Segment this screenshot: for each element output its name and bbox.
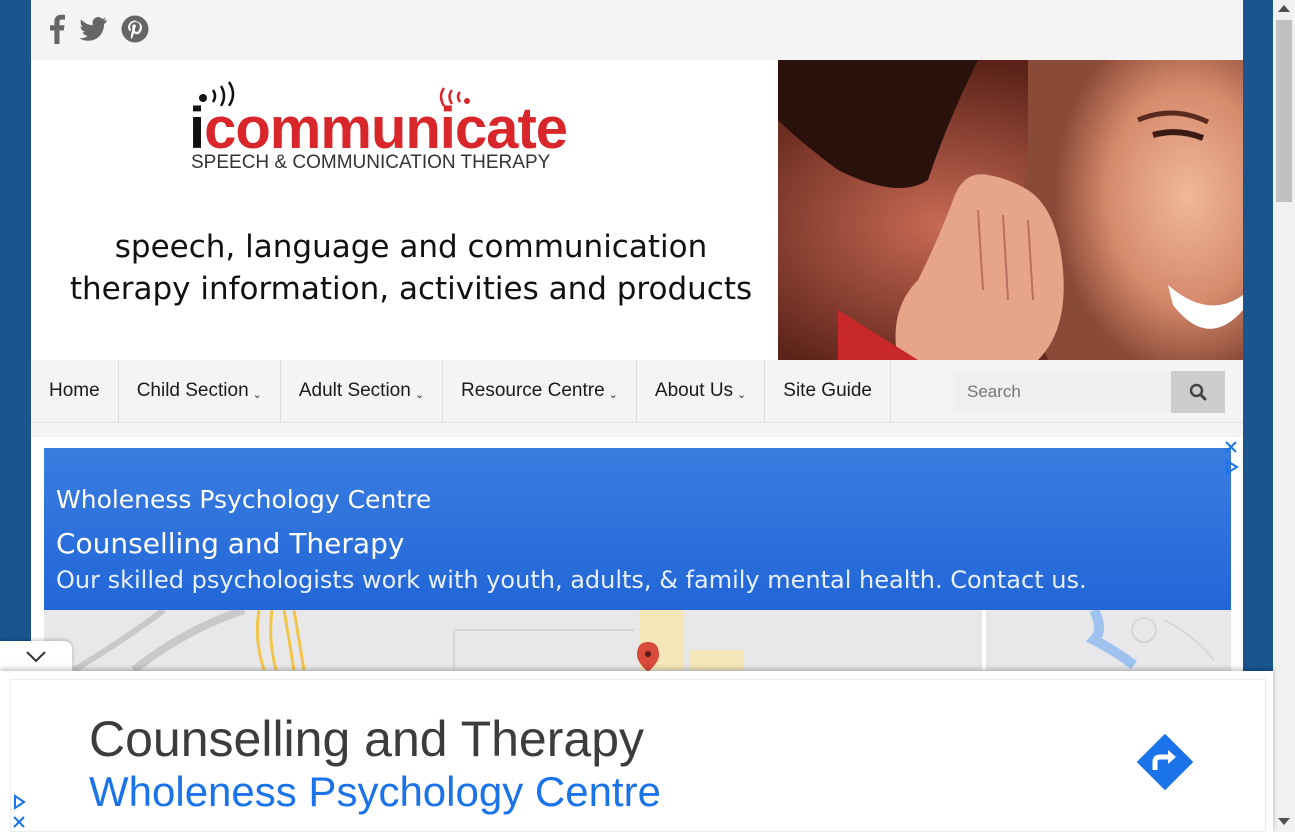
nav-about-us[interactable]: About Us ⌄	[637, 360, 766, 422]
twitter-icon[interactable]	[79, 17, 107, 46]
nav-resource-centre[interactable]: Resource Centre ⌄	[443, 360, 637, 422]
anchor-ad-advertiser[interactable]: Wholeness Psychology Centre	[89, 768, 661, 816]
nav-adult-section-label: Adult Section	[298, 380, 411, 401]
directions-arrow-icon[interactable]	[1133, 730, 1197, 794]
logo-subtitle: SPEECH & COMMUNICATION THERAPY	[191, 152, 551, 173]
anchor-ad-title[interactable]: Counselling and Therapy	[89, 710, 644, 768]
adchoices-icon[interactable]	[10, 793, 28, 811]
ad-close-icon[interactable]	[10, 813, 28, 831]
chevron-down-icon	[26, 651, 46, 663]
nav-home[interactable]: Home	[31, 360, 119, 422]
scroll-thumb[interactable]	[1276, 20, 1292, 202]
adchoices-icon[interactable]	[1221, 457, 1241, 477]
ad-advertiser[interactable]: Wholeness Psychology Centre	[56, 485, 431, 514]
display-ad[interactable]: Wholeness Psychology Centre Counselling …	[44, 448, 1231, 610]
search-button[interactable]	[1171, 371, 1225, 413]
site-header: icommunicate SPEECH & COMMUNICATION THER…	[31, 60, 1243, 360]
pinterest-icon[interactable]	[121, 15, 149, 48]
scroll-up-icon[interactable]	[1278, 5, 1290, 12]
chevron-down-icon: ⌄	[414, 388, 425, 401]
chevron-down-icon: ⌄	[737, 388, 747, 401]
anchor-ad-collapse-tab[interactable]	[0, 641, 72, 673]
nav-resource-centre-label: Resource Centre	[461, 380, 605, 401]
ad-description[interactable]: Our skilled psychologists work with yout…	[56, 566, 1087, 594]
chevron-down-icon: ⌄	[608, 388, 618, 401]
nav-site-guide[interactable]: Site Guide	[765, 360, 891, 422]
search-form	[953, 371, 1225, 413]
search-icon	[1189, 383, 1207, 401]
ad-title[interactable]: Counselling and Therapy	[56, 527, 404, 560]
nav-site-guide-label: Site Guide	[783, 380, 872, 401]
nav-adult-section[interactable]: Adult Section ⌄	[281, 360, 444, 422]
nav-about-us-label: About Us	[654, 380, 734, 401]
nav-home-label: Home	[49, 380, 100, 401]
social-links	[49, 14, 149, 49]
facebook-icon[interactable]	[49, 14, 65, 49]
anchor-ad[interactable]: Counselling and Therapy Wholeness Psycho…	[10, 679, 1266, 832]
nav-child-section-label: Child Section	[136, 380, 249, 401]
tagline-line-2: therapy information, activities and prod…	[69, 271, 753, 307]
main-navigation: Home Child Section ⌄ Adult Section ⌄ Resou…	[31, 360, 1243, 423]
nav-child-section[interactable]: Child Section ⌄	[119, 360, 281, 422]
anchor-ad-bar: Counselling and Therapy Wholeness Psycho…	[0, 671, 1273, 832]
scroll-down-icon[interactable]	[1278, 818, 1290, 825]
chevron-down-icon: ⌄	[252, 388, 262, 401]
logo-wordmark: icommunicate	[189, 100, 568, 158]
header-photo	[778, 60, 1243, 360]
site-tagline: speech, language and communication thera…	[61, 226, 761, 310]
site-logo[interactable]: icommunicate SPEECH & COMMUNICATION THER…	[189, 80, 649, 200]
tagline-line-1: speech, language and communication	[114, 229, 708, 265]
ad-close-icon[interactable]	[1221, 437, 1241, 457]
page-scrollbar[interactable]	[1273, 0, 1295, 832]
search-input[interactable]	[953, 371, 1171, 413]
